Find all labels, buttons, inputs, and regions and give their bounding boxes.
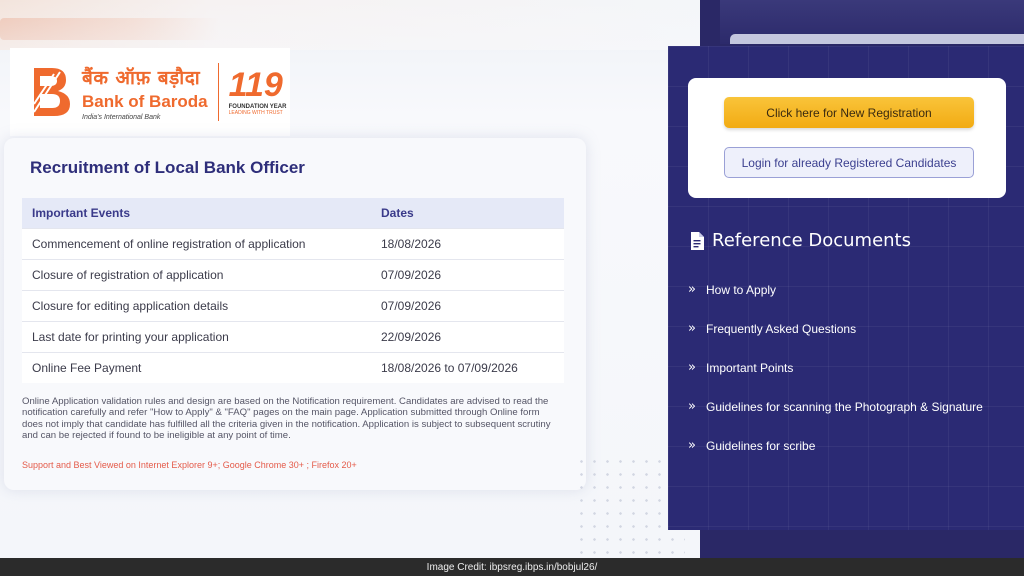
- reference-link-how-to-apply[interactable]: » How to Apply: [688, 270, 983, 309]
- event-date: 18/08/2026 to 07/09/2026: [371, 351, 564, 383]
- event-name: Commencement of online registration of a…: [22, 227, 371, 259]
- reference-link-scanning-guidelines[interactable]: » Guidelines for scanning the Photograph…: [688, 387, 983, 426]
- event-name: Last date for printing your application: [22, 320, 371, 352]
- logo-tagline: India's International Bank: [82, 113, 161, 121]
- event-name: Online Fee Payment: [22, 351, 371, 383]
- reference-link-label: Guidelines for scribe: [706, 438, 816, 453]
- event-name: Closure for editing application details: [22, 289, 371, 321]
- anniversary-tagline: LEADING WITH TRUST: [228, 110, 283, 116]
- table-row: Online Fee Payment 18/08/2026 to 07/09/2…: [22, 351, 564, 383]
- right-panel: Click here for New Registration Login fo…: [668, 46, 1024, 530]
- chevron-right-icon: »: [688, 282, 696, 297]
- reference-link-label: Guidelines for scanning the Photograph &…: [706, 399, 983, 414]
- table-header-dates: Dates: [371, 198, 564, 228]
- chevron-right-icon: »: [688, 360, 696, 375]
- event-name: Closure of registration of application: [22, 258, 371, 290]
- table-row: Closure for editing application details …: [22, 289, 564, 321]
- reference-link-label: Frequently Asked Questions: [706, 321, 857, 336]
- notice-text: Online Application validation rules and …: [22, 396, 551, 442]
- table-header-events: Important Events: [22, 198, 371, 228]
- login-button[interactable]: Login for already Registered Candidates: [724, 147, 974, 178]
- important-events-table: Important Events Dates Commencement of o…: [22, 198, 564, 383]
- logo-divider: [217, 63, 219, 121]
- anniversary-badge: 119 FOUNDATION YEAR LEADING WITH TRUST: [229, 68, 287, 116]
- bank-logo-icon: [33, 68, 70, 116]
- reference-link-label: How to Apply: [706, 282, 777, 297]
- event-date: 22/09/2026: [371, 320, 564, 352]
- table-row: Last date for printing your application …: [22, 320, 564, 352]
- page-title: Recruitment of Local Bank Officer: [30, 158, 305, 177]
- chevron-right-icon: »: [688, 438, 696, 453]
- reference-link-scribe-guidelines[interactable]: » Guidelines for scribe: [688, 426, 983, 465]
- table-row: Commencement of online registration of a…: [22, 227, 564, 259]
- new-registration-button[interactable]: Click here for New Registration: [724, 97, 974, 128]
- chevron-right-icon: »: [688, 399, 696, 414]
- background-blur-bar: [730, 34, 1024, 44]
- event-date: 07/09/2026: [371, 258, 564, 290]
- image-credit-bar: Image Credit: ibpsreg.ibps.in/bobjul26/: [0, 558, 1024, 576]
- reference-link-faq[interactable]: » Frequently Asked Questions: [688, 309, 983, 348]
- document-icon: [691, 231, 704, 250]
- chevron-right-icon: »: [688, 321, 696, 336]
- reference-documents-header: Reference Documents: [690, 230, 911, 251]
- event-date: 07/09/2026: [371, 289, 564, 321]
- logo-hindi-name: बैंक ऑफ़ बड़ौदा: [82, 66, 201, 89]
- reference-documents-title: Reference Documents: [712, 230, 911, 251]
- browser-support-text: Support and Best Viewed on Internet Expl…: [22, 460, 357, 470]
- logo-text: बैंक ऑफ़ बड़ौदा Bank of Baroda India's I…: [82, 64, 208, 121]
- background-right-top: [720, 0, 1024, 44]
- event-date: 18/08/2026: [371, 227, 564, 259]
- recruitment-card: Recruitment of Local Bank Officer Import…: [4, 138, 586, 490]
- reference-documents-list: » How to Apply » Frequently Asked Questi…: [688, 270, 983, 465]
- table-header-row: Important Events Dates: [22, 198, 564, 228]
- image-credit-text: Image Credit: ibpsreg.ibps.in/bobjul26/: [426, 561, 598, 573]
- table-row: Closure of registration of application 0…: [22, 258, 564, 290]
- logo-card: बैंक ऑफ़ बड़ौदा Bank of Baroda India's I…: [10, 48, 290, 136]
- anniversary-number: 119: [228, 66, 283, 104]
- reference-link-label: Important Points: [706, 360, 794, 375]
- registration-card: Click here for New Registration Login fo…: [688, 78, 1006, 198]
- logo-english-name: Bank of Baroda: [82, 91, 208, 111]
- reference-link-important-points[interactable]: » Important Points: [688, 348, 983, 387]
